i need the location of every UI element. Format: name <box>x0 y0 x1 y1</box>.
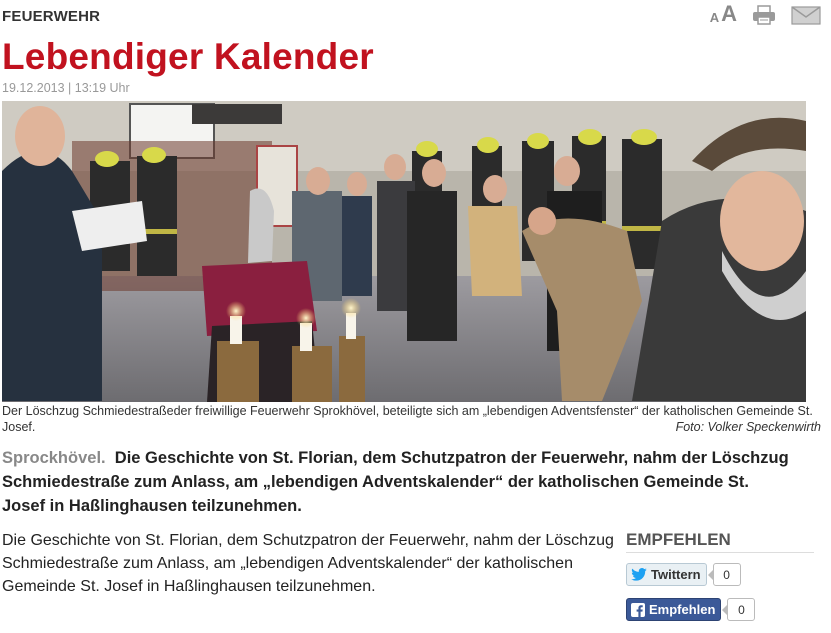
twitter-bird-icon <box>631 568 647 581</box>
facebook-row: Empfehlen 0 <box>626 598 814 621</box>
font-increase-button[interactable]: A <box>721 3 737 25</box>
share-box: EMPFEHLEN Twittern 0 Empfehlen 0 <box>626 530 814 633</box>
article-headline: Lebendiger Kalender <box>2 36 374 77</box>
teaser-text: Die Geschichte von St. Florian, dem Schu… <box>2 449 789 515</box>
article-dateline: 19.12.2013 | 13:19 Uhr <box>2 81 130 95</box>
twitter-label: Twittern <box>651 567 701 582</box>
printer-icon[interactable] <box>751 5 777 25</box>
twitter-row: Twittern 0 <box>626 563 814 586</box>
article-body: Die Geschichte von St. Florian, dem Schu… <box>2 532 614 595</box>
twitter-button[interactable]: Twittern <box>626 563 707 586</box>
article-photo <box>2 101 806 402</box>
article-teaser: Sprockhövel. Die Geschichte von St. Flor… <box>2 446 792 518</box>
font-decrease-button[interactable]: A <box>710 10 719 25</box>
facebook-icon <box>631 602 645 617</box>
photo-credit: Foto: Volker Speckenwirth <box>675 420 821 434</box>
font-size-toggle[interactable]: A A <box>710 3 737 26</box>
share-title: EMPFEHLEN <box>626 530 814 553</box>
teaser-place: Sprockhövel. <box>2 449 106 467</box>
article-tools: A A <box>710 3 821 25</box>
envelope-icon[interactable] <box>791 5 821 25</box>
facebook-count: 0 <box>722 598 756 621</box>
twitter-count: 0 <box>707 563 741 586</box>
facebook-label: Empfehlen <box>649 602 716 617</box>
facebook-like-button[interactable]: Empfehlen <box>626 598 722 621</box>
section-label: FEUERWEHR <box>2 8 101 25</box>
